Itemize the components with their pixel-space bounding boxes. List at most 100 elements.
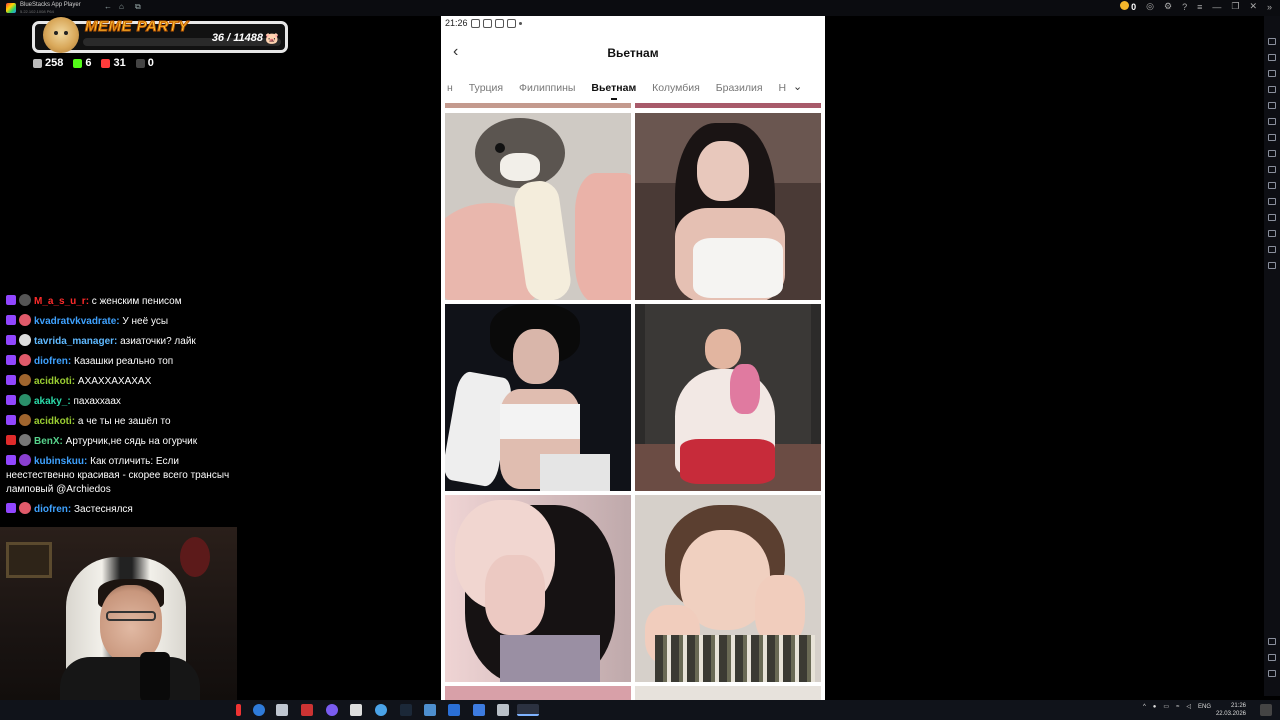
chat-message: acidkoti: АХАХХАХАХАХ bbox=[6, 374, 231, 389]
sidebar-tool-icon[interactable] bbox=[1268, 182, 1276, 189]
tab-philippines[interactable]: Филиппины bbox=[519, 82, 575, 94]
chat-message: BenX: Артурчик,не сядь на огурчик bbox=[6, 434, 231, 449]
app-icon[interactable] bbox=[497, 704, 509, 716]
multi-instance-icon[interactable]: ⧉ bbox=[135, 2, 141, 12]
notification-icon bbox=[482, 18, 492, 28]
app-icon[interactable] bbox=[276, 704, 288, 716]
meme-party-widget: MEME PARTY 36 / 11488 🐷 bbox=[32, 17, 288, 53]
settings-gear-icon[interactable]: ⚙ bbox=[1164, 1, 1172, 12]
sidebar-tool-icon[interactable] bbox=[1268, 230, 1276, 237]
coin-count: 0 bbox=[1131, 2, 1137, 12]
play-icon[interactable] bbox=[448, 704, 460, 716]
back-icon[interactable] bbox=[1268, 654, 1276, 661]
sidebar-tool-icon[interactable] bbox=[1268, 118, 1276, 125]
wifi-icon[interactable]: ≈ bbox=[1176, 704, 1179, 710]
microphone-icon[interactable]: ● bbox=[1153, 704, 1157, 710]
twitch-viewers: 258 bbox=[33, 57, 63, 69]
settings-gear-icon[interactable] bbox=[350, 704, 362, 716]
sidebar-tool-icon[interactable] bbox=[1268, 54, 1276, 61]
app-icon[interactable] bbox=[301, 704, 313, 716]
app-icon[interactable] bbox=[236, 704, 241, 716]
microphone bbox=[140, 652, 170, 700]
volume-icon[interactable]: ◁ bbox=[1186, 703, 1191, 710]
chat-message: diofren: Казашки реально топ bbox=[6, 354, 231, 369]
chat-text: АХАХХАХАХАХ bbox=[75, 376, 152, 387]
sidebar-tool-icon[interactable] bbox=[1268, 86, 1276, 93]
photo-card[interactable] bbox=[445, 304, 631, 491]
sidebar-tool-icon[interactable] bbox=[1268, 214, 1276, 221]
chat-text: пахаххаах bbox=[70, 396, 121, 407]
taskbar-clock[interactable]: 21:26 22.03.2026 bbox=[1216, 702, 1246, 718]
chat-message: M_a_s_u_r: с женским пенисом bbox=[6, 294, 231, 309]
tab-partial-right[interactable]: Н bbox=[778, 82, 786, 94]
bluestacks-taskbar-icon[interactable] bbox=[517, 704, 539, 716]
tab-partial-left[interactable]: н bbox=[447, 82, 453, 94]
more-notifications-icon bbox=[518, 21, 522, 25]
sidebar-tool-icon[interactable] bbox=[1268, 150, 1276, 157]
tab-turkey[interactable]: Турция bbox=[469, 82, 503, 94]
back-icon[interactable]: ← bbox=[104, 2, 112, 11]
menu-icon[interactable]: ≡ bbox=[1197, 2, 1202, 12]
notifications-icon[interactable] bbox=[1260, 704, 1272, 716]
chevron-down-icon[interactable]: ⌄ bbox=[793, 80, 802, 93]
photo-card[interactable] bbox=[635, 304, 821, 491]
sidebar-tool-icon[interactable] bbox=[1268, 70, 1276, 77]
twitch-badge-icon bbox=[6, 375, 16, 385]
tab-brazil[interactable]: Бразилия bbox=[716, 82, 763, 94]
photo-strip bbox=[445, 103, 631, 108]
chat-text: Застеснялся bbox=[71, 504, 133, 515]
avatar bbox=[19, 414, 31, 426]
avatar bbox=[19, 374, 31, 386]
app-icon[interactable] bbox=[473, 704, 485, 716]
vk-live-icon bbox=[101, 58, 111, 68]
expand-icon[interactable]: » bbox=[1267, 2, 1272, 12]
sidebar-tool-icon[interactable] bbox=[1268, 198, 1276, 205]
chat-message: tavrida_manager: азиаточки? лайк bbox=[6, 334, 231, 349]
bluestacks-sidebar bbox=[1264, 16, 1280, 696]
telegram-icon[interactable] bbox=[375, 704, 387, 716]
photo-card[interactable] bbox=[445, 113, 631, 300]
vk-live-badge-icon bbox=[6, 435, 16, 445]
twitch-badge-icon bbox=[6, 335, 16, 345]
twitch-badge-icon bbox=[6, 395, 16, 405]
photo-card[interactable] bbox=[445, 495, 631, 682]
network-icon[interactable]: ▭ bbox=[1163, 703, 1169, 710]
sidebar-tool-icon[interactable] bbox=[1268, 38, 1276, 45]
photo-card[interactable] bbox=[635, 113, 821, 300]
close-icon[interactable]: ✕ bbox=[1249, 1, 1257, 12]
sidebar-tool-icon[interactable] bbox=[1268, 246, 1276, 253]
tab-colombia[interactable]: Колумбия bbox=[652, 82, 700, 94]
restore-icon[interactable]: ❐ bbox=[1231, 1, 1239, 12]
account-icon[interactable]: ◎ bbox=[1146, 1, 1154, 12]
twitch-badge-icon bbox=[6, 295, 16, 305]
chevron-up-icon[interactable]: ^ bbox=[1143, 704, 1146, 710]
photo-card[interactable] bbox=[635, 495, 821, 682]
help-icon[interactable]: ? bbox=[1182, 2, 1187, 12]
kick-icon bbox=[73, 58, 83, 68]
chat-text: с женским пенисом bbox=[89, 296, 182, 307]
sidebar-tool-icon[interactable] bbox=[1268, 166, 1276, 173]
home-icon[interactable]: ⌂ bbox=[119, 2, 124, 11]
steam-icon[interactable] bbox=[400, 704, 412, 716]
coins-display[interactable]: 0 bbox=[1119, 1, 1137, 12]
sidebar-tool-icon[interactable] bbox=[1268, 262, 1276, 269]
clock-time: 21:26 bbox=[1230, 703, 1246, 709]
viewer-stats: 258 6 31 0 bbox=[33, 57, 154, 69]
sidebar-tool-icon[interactable] bbox=[1268, 134, 1276, 141]
twitch-viewers-icon bbox=[33, 58, 42, 68]
status-bar: 21:26 bbox=[445, 18, 522, 28]
avatar bbox=[19, 502, 31, 514]
twitch-badge-icon bbox=[6, 415, 16, 425]
tab-vietnam[interactable]: Вьетнам bbox=[591, 82, 636, 100]
chat-message: kvadratvkvadrate: У неё усы bbox=[6, 314, 231, 329]
chat-username: acidkoti: bbox=[34, 416, 76, 427]
minimize-icon[interactable]: — bbox=[1212, 2, 1221, 12]
app-icon[interactable] bbox=[326, 704, 338, 716]
sidebar-tool-icon[interactable] bbox=[1268, 102, 1276, 109]
browser-icon[interactable] bbox=[253, 704, 265, 716]
app-icon[interactable] bbox=[424, 704, 436, 716]
meme-party-title: MEME PARTY bbox=[85, 18, 189, 36]
settings-gear-icon[interactable] bbox=[1268, 638, 1276, 645]
home-icon[interactable] bbox=[1268, 670, 1276, 677]
language-indicator[interactable]: ENG bbox=[1198, 704, 1211, 710]
